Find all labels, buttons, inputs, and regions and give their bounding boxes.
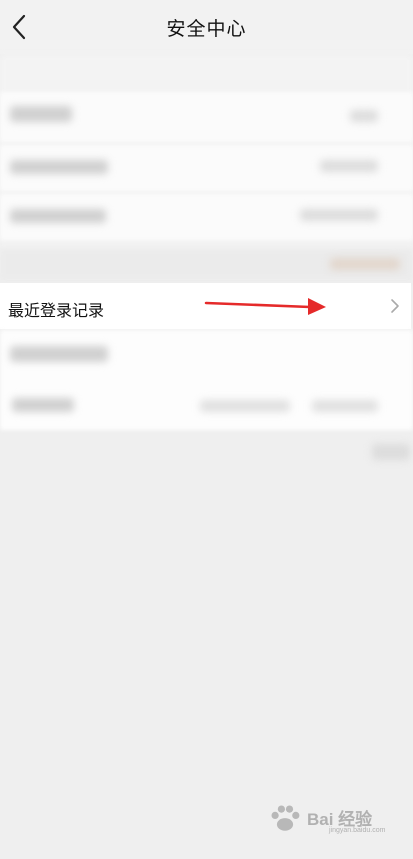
blurred-text bbox=[200, 400, 290, 412]
blurred-text bbox=[312, 400, 378, 412]
top-bar: 安全中心 bbox=[0, 0, 413, 54]
blurred-text bbox=[350, 110, 378, 122]
blurred-text bbox=[330, 258, 400, 270]
blurred-text bbox=[10, 209, 106, 223]
watermark-subtext: jingyan.baidu.com bbox=[329, 827, 386, 834]
chevron-right-icon bbox=[391, 299, 399, 313]
blurred-row bbox=[0, 330, 413, 430]
blurred-text bbox=[10, 160, 108, 174]
blurred-text bbox=[10, 346, 108, 362]
blurred-text bbox=[10, 106, 72, 122]
baidu-jingyan-watermark: Bai 经验 jingyan.baidu.com bbox=[267, 799, 387, 839]
recent-login-records-label: 最近登录记录 bbox=[8, 303, 105, 320]
blurred-text bbox=[320, 160, 378, 172]
paw-logo-icon bbox=[271, 805, 300, 831]
page-title: 安全中心 bbox=[166, 19, 247, 40]
blurred-text bbox=[12, 398, 74, 412]
blurred-text bbox=[300, 209, 378, 221]
red-arrow-annotation bbox=[204, 298, 326, 315]
blurred-text bbox=[372, 444, 410, 460]
